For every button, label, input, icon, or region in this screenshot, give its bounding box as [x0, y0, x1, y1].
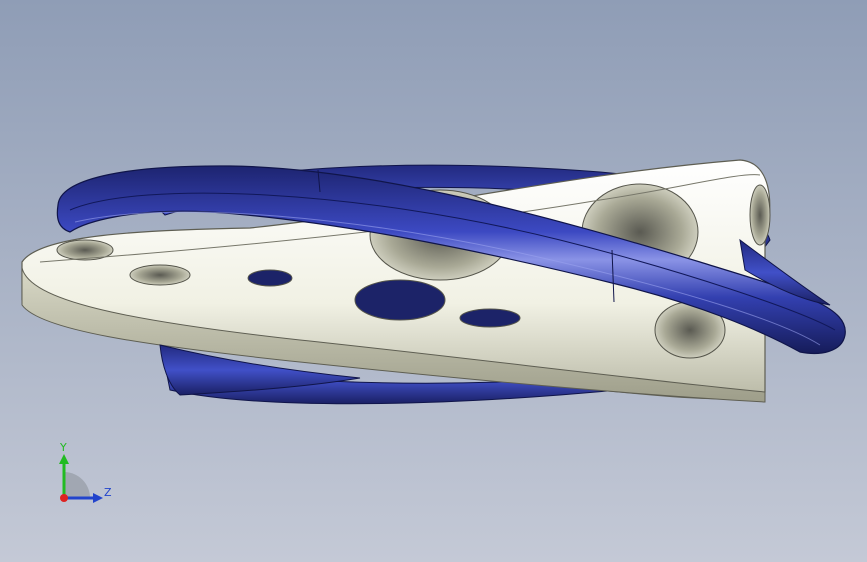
model-canvas[interactable]	[0, 0, 867, 562]
graphics-viewport[interactable]: Y Z	[0, 0, 867, 562]
view-orientation-triad[interactable]: Y Z	[46, 440, 116, 510]
y-axis-label: Y	[59, 441, 67, 454]
triad-plane	[64, 472, 90, 498]
y-axis-arrow-icon	[59, 454, 69, 464]
z-axis-label: Z	[104, 486, 112, 499]
x-axis-dot-icon	[60, 494, 68, 502]
z-axis-arrow-icon	[93, 493, 103, 503]
triad-graphic: Y Z	[59, 441, 112, 503]
